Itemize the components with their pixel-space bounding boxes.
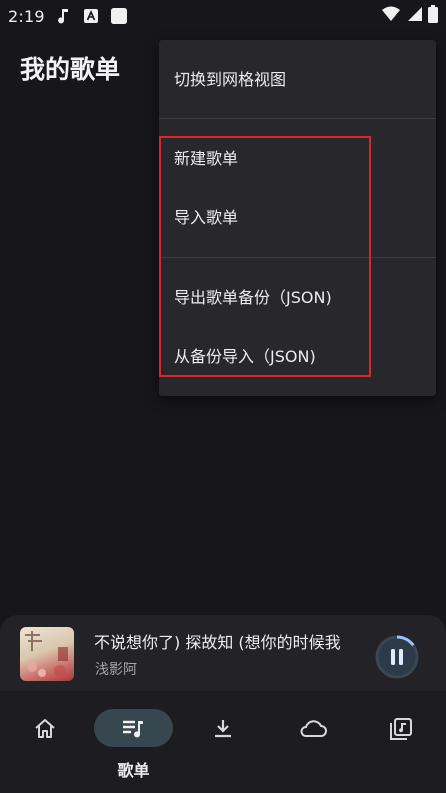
menu-divider: [159, 257, 436, 258]
status-time: 2:19: [8, 6, 45, 26]
battery-icon: [428, 5, 438, 27]
music-note-icon: [55, 8, 71, 24]
playlist-icon[interactable]: [121, 717, 145, 741]
home-icon[interactable]: [33, 717, 57, 741]
song-title: 不说想你了) 探故知 (想你的时候我: [94, 633, 341, 652]
nav-label-playlists[interactable]: 歌单: [94, 757, 173, 781]
status-bar: 2:19: [0, 0, 446, 32]
menu-item-new-playlist[interactable]: 新建歌单: [174, 144, 424, 174]
download-icon[interactable]: [211, 717, 235, 741]
overflow-menu: 切换到网格视图 新建歌单 导入歌单 导出歌单备份（JSON) 从备份导入（JSO…: [159, 40, 436, 396]
pause-button[interactable]: [374, 634, 420, 680]
menu-item-switch-grid-view[interactable]: 切换到网格视图: [174, 65, 424, 95]
music-library-icon[interactable]: [389, 717, 413, 741]
text-a-icon: [83, 8, 99, 24]
menu-item-export-backup-json[interactable]: 导出歌单备份（JSON): [174, 283, 424, 313]
album-art[interactable]: [20, 627, 74, 681]
menu-item-import-playlist[interactable]: 导入歌单: [174, 203, 424, 233]
cloud-icon[interactable]: [298, 717, 328, 741]
wifi-icon: [382, 6, 400, 26]
menu-divider: [159, 118, 436, 119]
menu-item-import-from-backup-json[interactable]: 从备份导入（JSON): [174, 342, 424, 372]
square-notification-icon: [110, 8, 127, 24]
bottom-nav: 歌单: [0, 691, 446, 793]
cellular-signal-icon: [406, 6, 422, 26]
mini-player[interactable]: 不说想你了) 探故知 (想你的时候我 浅影阿: [0, 615, 446, 691]
page-title: 我的歌单: [20, 55, 121, 84]
song-artist: 浅影阿: [95, 662, 137, 678]
